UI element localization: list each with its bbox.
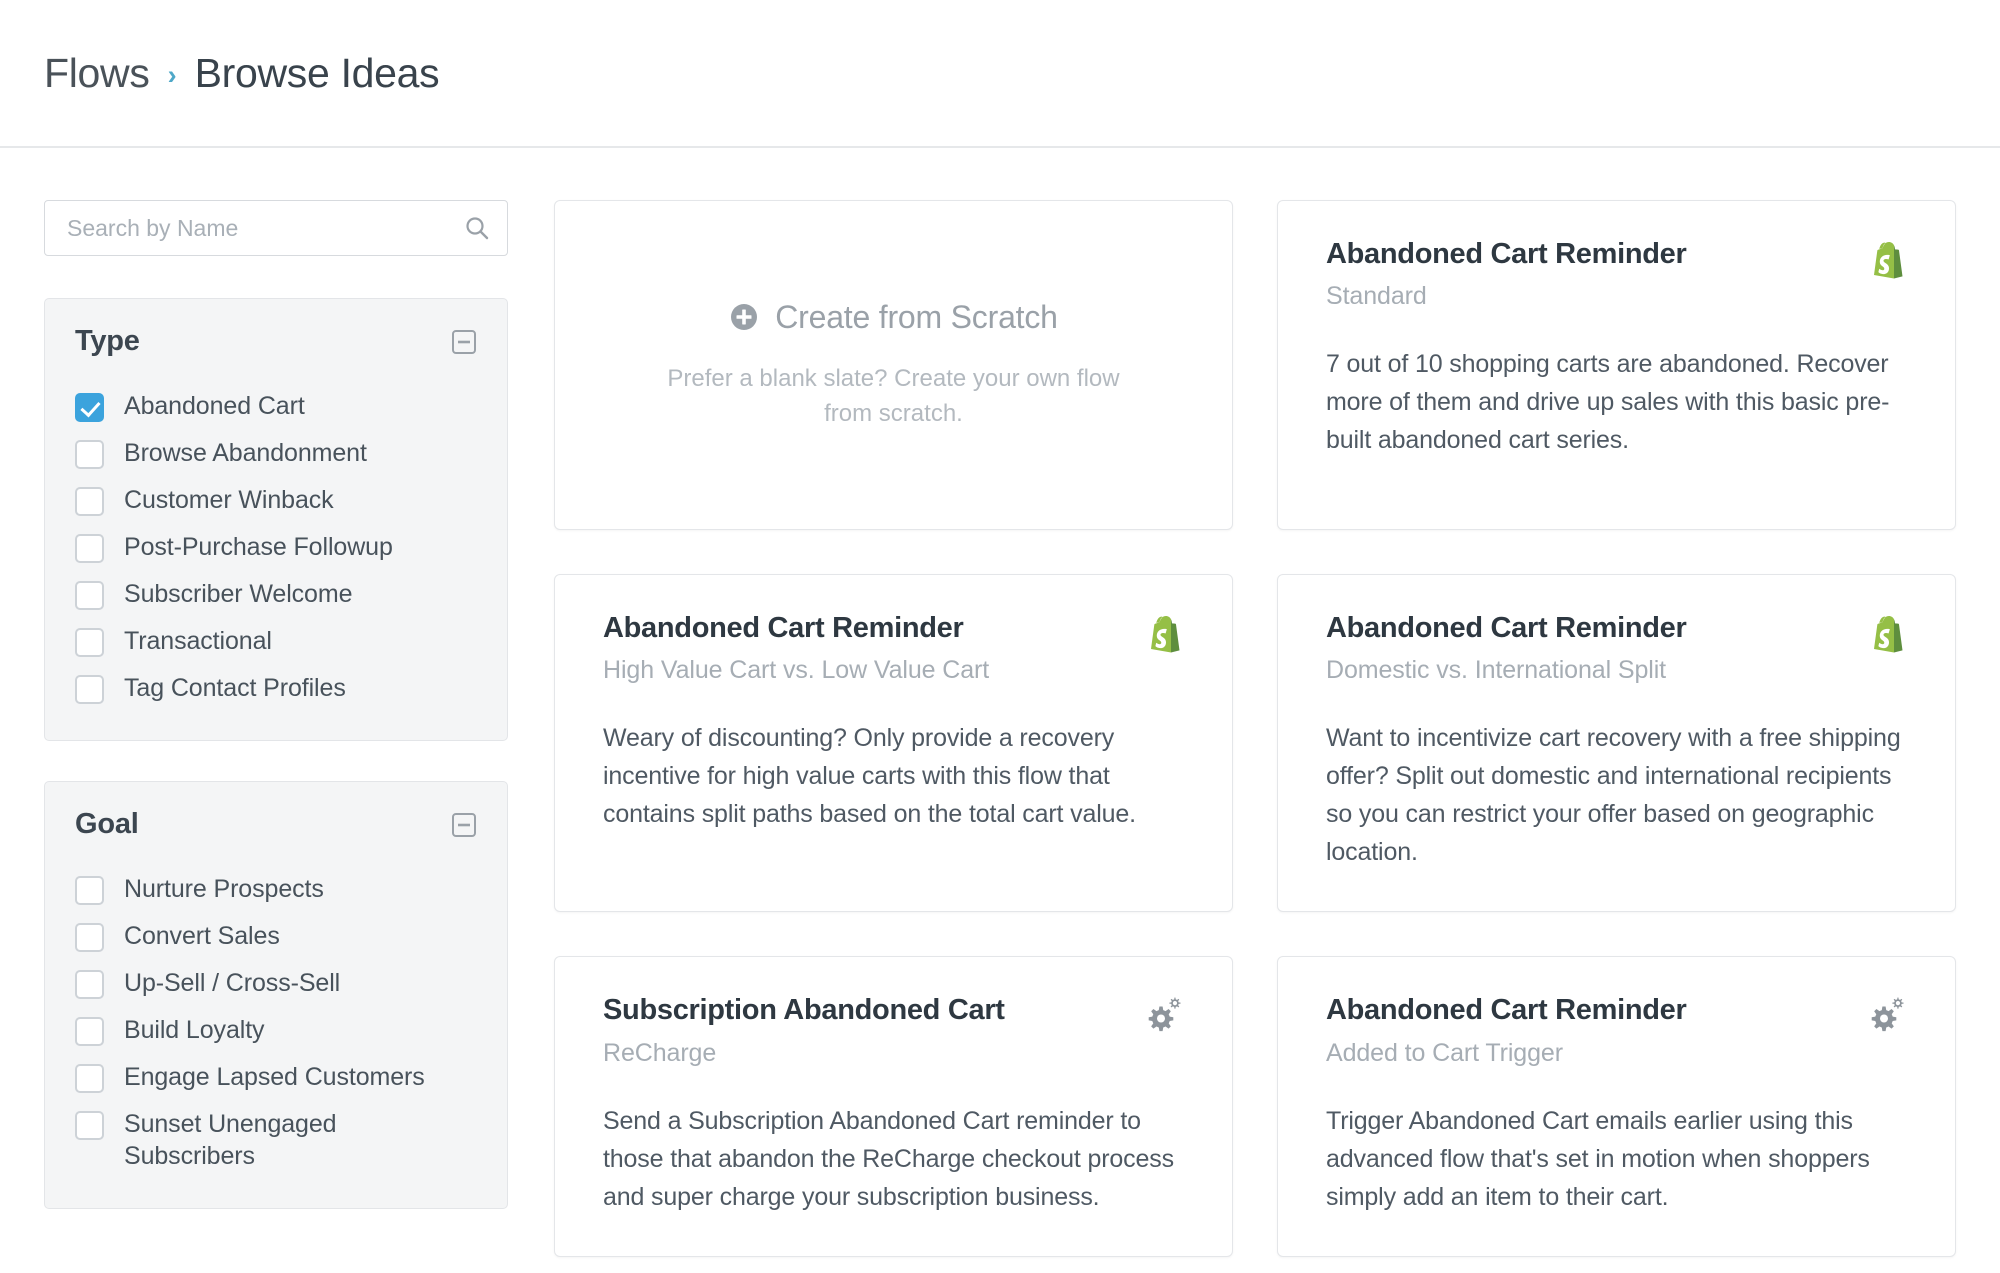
card-subtitle: ReCharge (603, 1038, 717, 1067)
checkbox-icon[interactable] (75, 923, 104, 952)
checkbox-icon[interactable] (75, 440, 104, 469)
checkbox-icon[interactable] (75, 970, 104, 999)
card-header: Abandoned Cart Reminder Standard (1326, 237, 1907, 311)
card-description: Want to incentivize cart recovery with a… (1326, 724, 1901, 867)
filter-sidebar: Type Abandoned Cart Browse Abandonment (44, 200, 508, 1273)
card-subtitle: High Value Cart vs. Low Value Cart (603, 656, 990, 685)
card-subtitle: Added to Cart Trigger (1326, 1038, 1563, 1067)
card-subtitle: Standard (1326, 282, 1427, 311)
card-header: Abandoned Cart Reminder High Value Cart … (603, 611, 1184, 685)
card-header: Subscription Abandoned Cart ReCharge (603, 993, 1184, 1067)
create-from-scratch-card[interactable]: Create from Scratch Prefer a blank slate… (554, 200, 1233, 530)
gears-icon (1146, 995, 1184, 1035)
card-title: Abandoned Cart Reminder (1326, 994, 1687, 1027)
filter-option-nurture-prospects[interactable]: Nurture Prospects (75, 867, 477, 911)
filter-option-abandoned-cart[interactable]: Abandoned Cart (75, 384, 477, 428)
idea-card[interactable]: Abandoned Cart Reminder Added to Cart Tr… (1277, 956, 1956, 1257)
filter-option-label: Convert Sales (124, 922, 280, 950)
search-box[interactable] (44, 200, 508, 256)
filter-title-goal: Goal (75, 808, 139, 840)
filter-option-label: Subscriber Welcome (124, 580, 353, 608)
gears-icon (1869, 995, 1907, 1035)
filter-option-label: Post-Purchase Followup (124, 533, 393, 561)
create-from-scratch-subtitle: Prefer a blank slate? Create your own fl… (667, 364, 1120, 427)
create-from-scratch-title: Create from Scratch (729, 299, 1058, 336)
card-titles: Subscription Abandoned Cart ReCharge (603, 993, 1126, 1067)
filter-option-subscriber-welcome[interactable]: Subscriber Welcome (75, 572, 477, 616)
checkbox-icon[interactable] (75, 876, 104, 905)
create-from-scratch-label: Create from Scratch (775, 298, 1058, 335)
idea-card[interactable]: Subscription Abandoned Cart ReCharge Sen… (554, 956, 1233, 1257)
filter-header-goal: Goal (75, 808, 477, 841)
filter-option-label: Transactional (124, 627, 272, 655)
card-description: Weary of discounting? Only provide a rec… (603, 724, 1136, 829)
card-title: Abandoned Cart Reminder (1326, 612, 1687, 644)
idea-card[interactable]: Abandoned Cart Reminder Standard 7 out o… (1277, 200, 1956, 530)
card-header: Abandoned Cart Reminder Domestic vs. Int… (1326, 611, 1907, 685)
filter-option-label: Nurture Prospects (124, 875, 324, 903)
filter-option-label: Tag Contact Profiles (124, 674, 346, 702)
card-titles: Abandoned Cart Reminder Added to Cart Tr… (1326, 993, 1849, 1067)
checkbox-icon[interactable] (75, 487, 104, 516)
breadcrumb-link-flows[interactable]: Flows (44, 50, 150, 97)
card-description: Trigger Abandoned Cart emails earlier us… (1326, 1106, 1870, 1211)
filter-option-label: Engage Lapsed Customers (124, 1063, 425, 1091)
shopify-icon (1869, 239, 1907, 279)
filter-option-label: Up-Sell / Cross-Sell (124, 969, 341, 997)
card-titles: Abandoned Cart Reminder High Value Cart … (603, 611, 1126, 685)
card-description: 7 out of 10 shopping carts are abandoned… (1326, 350, 1890, 455)
filter-options-type: Abandoned Cart Browse Abandonment Custom… (75, 384, 477, 710)
checkbox-icon[interactable] (75, 1064, 104, 1093)
filter-option-build-loyalty[interactable]: Build Loyalty (75, 1008, 477, 1052)
checkbox-icon[interactable] (75, 534, 104, 563)
filter-option-transactional[interactable]: Transactional (75, 619, 477, 663)
minus-square-icon[interactable] (451, 329, 477, 355)
shopify-icon (1869, 613, 1907, 653)
checkbox-checked-icon[interactable] (75, 393, 104, 422)
filter-panel-goal: Goal Nurture Prospects Convert Sales Up-… (44, 781, 508, 1209)
checkbox-icon[interactable] (75, 675, 104, 704)
page-body: Type Abandoned Cart Browse Abandonment (0, 148, 2000, 1273)
checkbox-icon[interactable] (75, 1017, 104, 1046)
filter-option-label: Sunset Unengaged Subscribers (124, 1110, 337, 1170)
filter-option-tag-contact-profiles[interactable]: Tag Contact Profiles (75, 666, 477, 710)
ideas-grid: Create from Scratch Prefer a blank slate… (508, 200, 1956, 1273)
card-title: Subscription Abandoned Cart (603, 994, 1005, 1027)
card-subtitle: Domestic vs. International Split (1326, 656, 1667, 685)
card-title: Abandoned Cart Reminder (1326, 238, 1687, 270)
plus-circle-icon (729, 302, 759, 332)
checkbox-icon[interactable] (75, 581, 104, 610)
card-header: Abandoned Cart Reminder Added to Cart Tr… (1326, 993, 1907, 1067)
chevron-right-icon: › (167, 59, 177, 90)
filter-option-label: Build Loyalty (124, 1016, 265, 1044)
breadcrumb: Flows › Browse Ideas (44, 49, 440, 97)
card-titles: Abandoned Cart Reminder Domestic vs. Int… (1326, 611, 1849, 685)
idea-card[interactable]: Abandoned Cart Reminder Domestic vs. Int… (1277, 574, 1956, 913)
breadcrumb-current-browse-ideas: Browse Ideas (194, 49, 440, 96)
filter-option-up-sell-cross-sell[interactable]: Up-Sell / Cross-Sell (75, 961, 477, 1005)
card-title: Abandoned Cart Reminder (603, 612, 964, 644)
page-header: Flows › Browse Ideas (0, 0, 2000, 148)
card-titles: Abandoned Cart Reminder Standard (1326, 237, 1849, 311)
filter-option-label: Browse Abandonment (124, 439, 367, 467)
card-description: Send a Subscription Abandoned Cart remin… (603, 1106, 1174, 1211)
filter-option-label: Customer Winback (124, 486, 334, 514)
minus-square-icon[interactable] (451, 812, 477, 838)
filter-title-type: Type (75, 325, 140, 357)
filter-option-browse-abandonment[interactable]: Browse Abandonment (75, 431, 477, 475)
filter-header-type: Type (75, 325, 477, 358)
shopify-icon (1146, 613, 1184, 653)
filter-option-post-purchase-followup[interactable]: Post-Purchase Followup (75, 525, 477, 569)
filter-option-sunset-unengaged-subscribers[interactable]: Sunset Unengaged Subscribers (75, 1102, 477, 1178)
filter-option-label: Abandoned Cart (124, 392, 305, 420)
checkbox-icon[interactable] (75, 1111, 104, 1140)
checkbox-icon[interactable] (75, 628, 104, 657)
filter-option-convert-sales[interactable]: Convert Sales (75, 914, 477, 958)
filter-option-customer-winback[interactable]: Customer Winback (75, 478, 477, 522)
filter-panel-type: Type Abandoned Cart Browse Abandonment C… (44, 298, 508, 741)
idea-card[interactable]: Abandoned Cart Reminder High Value Cart … (554, 574, 1233, 913)
search-input[interactable] (44, 200, 508, 256)
filter-option-engage-lapsed-customers[interactable]: Engage Lapsed Customers (75, 1055, 477, 1099)
filter-options-goal: Nurture Prospects Convert Sales Up-Sell … (75, 867, 477, 1178)
